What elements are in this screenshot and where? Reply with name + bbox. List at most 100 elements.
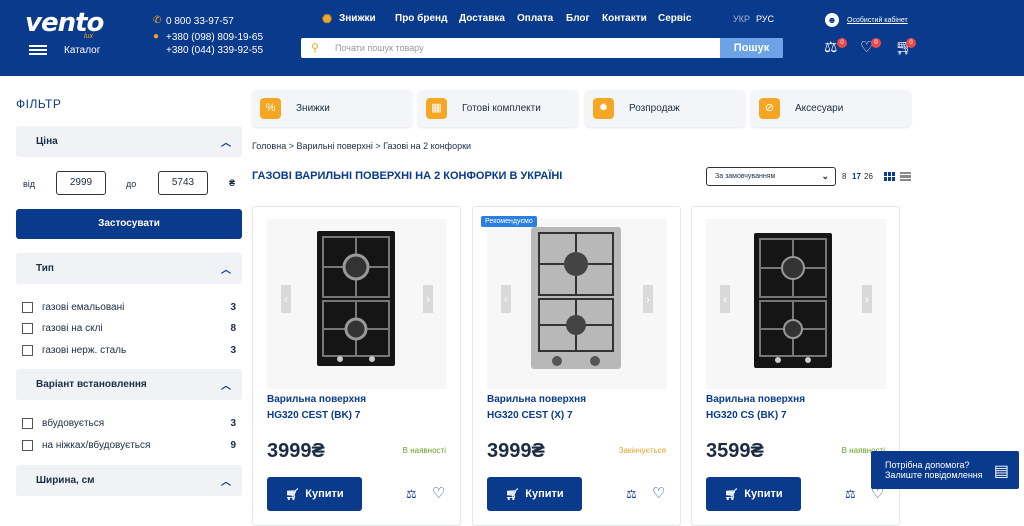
menu-icon[interactable] <box>29 45 47 55</box>
product-model: HG320 CS (BK) 7 <box>706 410 787 421</box>
kit-icon: ▦ <box>426 98 447 119</box>
filter-title: ФІЛЬТР <box>16 97 62 111</box>
grid-view-icon[interactable] <box>884 172 895 181</box>
category-sale[interactable]: ✹ Розпродаж <box>585 90 745 127</box>
per-page-26[interactable]: 26 <box>864 172 873 181</box>
nav-payment[interactable]: Оплата <box>517 13 553 24</box>
buy-button[interactable]: 🛒︎ Купити <box>706 477 801 511</box>
wishlist-badge: 0 <box>871 38 881 48</box>
lang-ukr[interactable]: УКР <box>733 14 750 24</box>
product-card[interactable]: ‹ › Варильна поверхня HG320 CEST (BK) 7 3… <box>252 206 461 526</box>
category-accessories[interactable]: ⊘ Аксесуари <box>751 90 911 127</box>
nav-discounts[interactable]: Знижки <box>339 13 376 24</box>
account-link[interactable]: ☻ Особистий кабінет <box>825 13 908 27</box>
filter-option[interactable]: вбудовується 3 <box>22 418 236 429</box>
checkbox[interactable] <box>22 440 33 451</box>
catalog-link[interactable]: Каталог <box>64 45 100 56</box>
user-icon: ☻ <box>825 13 839 27</box>
product-name-line1: Варильна поверхня <box>706 394 806 405</box>
compare-icon[interactable]: ⚖ <box>406 487 417 501</box>
buy-label: Купити <box>305 488 344 500</box>
filter-width-header[interactable]: Ширина, см ︿ <box>16 465 242 496</box>
prev-image-icon[interactable]: ‹ <box>501 285 511 313</box>
recommended-badge: Рекомендуємо <box>481 216 537 227</box>
per-page-17[interactable]: 17 <box>852 172 861 181</box>
category-label: Розпродаж <box>629 103 680 114</box>
search-input[interactable] <box>335 38 715 58</box>
stock-status: Закінчується <box>618 446 666 455</box>
category-label: Аксесуари <box>795 103 844 114</box>
price-max-input[interactable]: 5743 <box>158 171 208 195</box>
product-price: 3599₴ <box>706 440 764 462</box>
product-image[interactable] <box>706 219 886 389</box>
search-bar: ⚲ Пошук <box>301 38 783 58</box>
product-image[interactable] <box>487 219 667 389</box>
filter-option[interactable]: газові на склі 8 <box>22 323 236 334</box>
product-name[interactable]: Варильна поверхня HG320 CEST (X) 7 <box>487 392 667 424</box>
option-label: газові емальовані <box>42 302 125 313</box>
category-label: Знижки <box>296 103 330 114</box>
phone-mobile[interactable]: +380 (098) 809-19-65 <box>166 32 263 43</box>
filter-type-header[interactable]: Тип ︿ <box>16 253 242 284</box>
product-card[interactable]: Рекомендуємо ‹ › Варильна поверхня HG320 … <box>472 206 681 526</box>
nav-service[interactable]: Сервіс <box>658 13 691 24</box>
heart-icon[interactable]: ♡ <box>432 484 445 502</box>
phone-kyiv[interactable]: +380 (044) 339-92-55 <box>166 45 263 56</box>
product-name[interactable]: Варильна поверхня HG320 CEST (BK) 7 <box>267 392 447 424</box>
prev-image-icon[interactable]: ‹ <box>720 285 730 313</box>
checkbox[interactable] <box>22 345 33 356</box>
apply-filter-button[interactable]: Застосувати <box>16 209 242 239</box>
product-name[interactable]: Варильна поверхня HG320 CS (BK) 7 <box>706 392 886 424</box>
buy-button[interactable]: 🛒︎ Купити <box>267 477 362 511</box>
per-page-8[interactable]: 8 <box>842 172 846 181</box>
compare-icon[interactable]: ⚖ <box>626 487 637 501</box>
search-button[interactable]: Пошук <box>720 38 783 58</box>
product-price: 3999₴ <box>487 440 545 462</box>
buy-button[interactable]: 🛒︎ Купити <box>487 477 582 511</box>
nav-contacts[interactable]: Контакти <box>602 13 647 24</box>
product-image[interactable] <box>267 219 447 389</box>
checkbox[interactable] <box>22 323 33 334</box>
help-widget[interactable]: Потрібна допомога? Залиште повідомлення … <box>871 451 1019 489</box>
page-title: ГАЗОВІ ВАРИЛЬНІ ПОВЕРХНІ НА 2 КОНФОРКИ В… <box>252 170 563 182</box>
price-to-label: до <box>126 179 137 189</box>
filter-price-header[interactable]: Ціна ︿ <box>16 126 242 157</box>
product-name-line1: Варильна поверхня <box>487 394 587 405</box>
product-card[interactable]: ‹ › Варильна поверхня HG320 CS (BK) 7 359… <box>691 206 900 526</box>
heart-icon[interactable]: ♡ <box>652 484 665 502</box>
next-image-icon[interactable]: › <box>643 285 653 313</box>
filter-option[interactable]: газові емальовані 3 <box>22 302 236 313</box>
nav-about[interactable]: Про бренд <box>395 13 447 24</box>
filter-option[interactable]: на ніжках/вбудовується 9 <box>22 440 236 451</box>
filter-type-label: Тип <box>36 263 54 274</box>
category-discounts[interactable]: % Знижки <box>252 90 412 127</box>
buy-label: Купити <box>744 488 783 500</box>
checkbox[interactable] <box>22 418 33 429</box>
header: vento lux Каталог ✆ 0 800 33-97-57 ● +38… <box>0 0 1024 76</box>
filter-install-header[interactable]: Варіант встановлення ︿ <box>16 369 242 400</box>
product-model: HG320 CEST (X) 7 <box>487 410 573 421</box>
buy-label: Купити <box>525 488 564 500</box>
help-line1: Потрібна допомога? <box>885 460 970 470</box>
sort-select[interactable]: За замовчуванням ⌄ <box>706 167 836 186</box>
list-view-icon[interactable] <box>900 172 911 181</box>
nav-blog[interactable]: Блог <box>566 13 590 24</box>
chevron-up-icon: ︿ <box>221 265 231 276</box>
checkbox[interactable] <box>22 302 33 313</box>
next-image-icon[interactable]: › <box>423 285 433 313</box>
filter-option[interactable]: газові нерж. сталь 3 <box>22 345 236 356</box>
chevron-down-icon: ⌄ <box>821 171 829 181</box>
category-kits[interactable]: ▦ Готові комплекти <box>418 90 578 127</box>
search-icon: ⚲ <box>311 42 320 54</box>
lang-rus[interactable]: РУС <box>756 14 774 24</box>
breadcrumb[interactable]: Головна > Варильні поверхні > Газові на … <box>252 141 471 151</box>
product-name-line1: Варильна поверхня <box>267 394 367 405</box>
compare-icon[interactable]: ⚖ <box>824 38 837 56</box>
price-min-input[interactable]: 2999 <box>56 171 106 195</box>
sort-value: За замовчуванням <box>715 173 776 180</box>
nav-delivery[interactable]: Доставка <box>459 13 505 24</box>
next-image-icon[interactable]: › <box>862 285 872 313</box>
phone-free[interactable]: 0 800 33-97-57 <box>166 16 234 27</box>
prev-image-icon[interactable]: ‹ <box>281 285 291 313</box>
compare-icon[interactable]: ⚖ <box>845 487 856 501</box>
